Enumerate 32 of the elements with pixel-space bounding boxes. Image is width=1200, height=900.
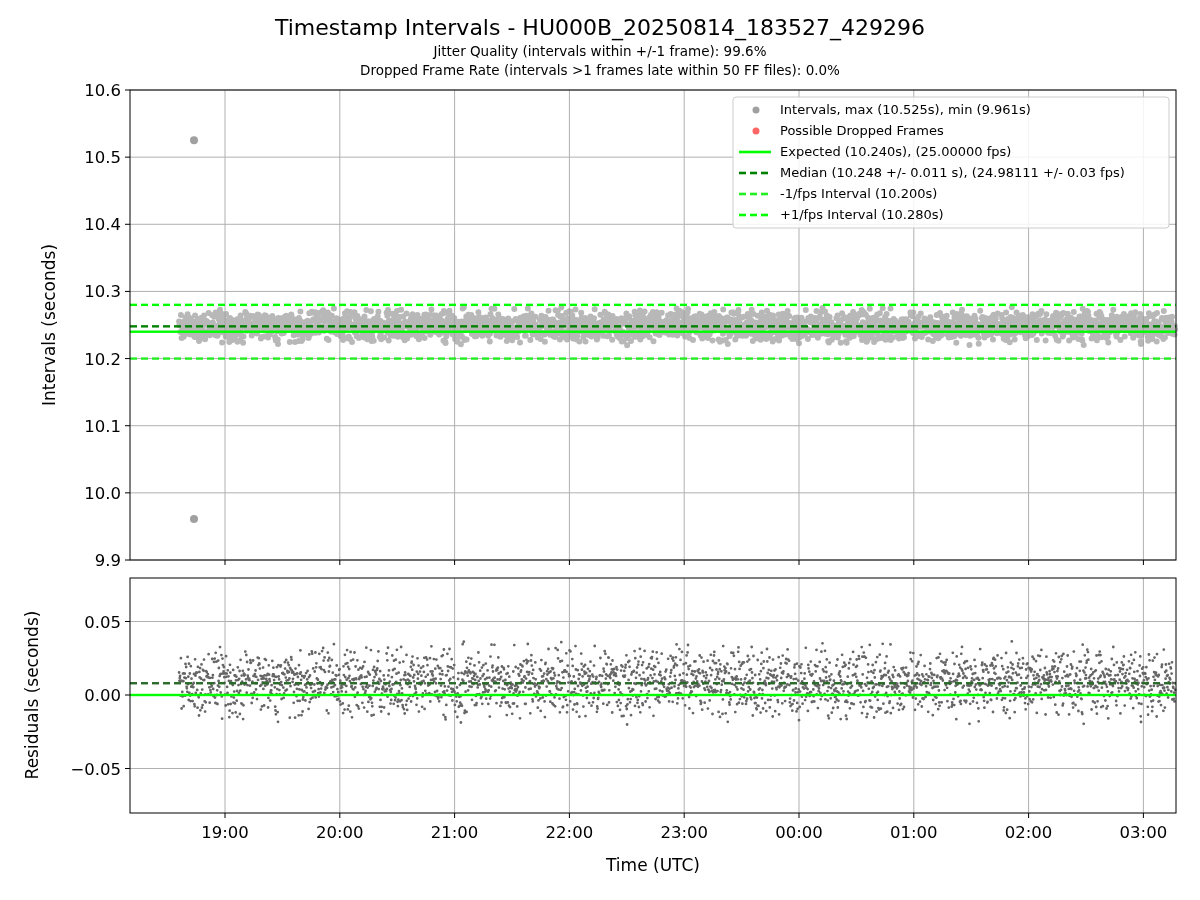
y-tick-label: 0.00 [84,686,121,705]
legend-label: Possible Dropped Frames [780,123,944,138]
chart-subtitle: Jitter Quality (intervals within +/-1 frame): 99.6% [433,42,767,61]
chart-title: Timestamp Intervals - HU000B_20250814_183527_429296 [274,14,926,42]
x-tick-label: 02:00 [1004,823,1053,842]
y-tick-label: 10.4 [84,215,121,235]
legend-label: Median (10.248 +/- 0.011 s), (24.98111 +/- 0.03 fps) [780,165,1125,180]
legend-label: Expected (10.240s), (25.00000 fps) [780,144,1012,159]
x-tick-label: 21:00 [430,823,479,842]
x-tick-label: 20:00 [316,823,364,842]
legend-label: -1/fps Interval (10.200s) [780,186,938,201]
x-tick-label: 03:00 [1119,823,1168,842]
x-tick-label: 00:00 [775,823,823,842]
y-tick-label: 10.3 [84,282,121,302]
x-tick-label: 22:00 [545,823,594,842]
x-axis-label: Time (UTC) [606,855,700,875]
y-tick-label: 10.6 [84,81,121,100]
y-tick-label: −0.05 [70,759,121,779]
legend-label: Intervals, max (10.525s), min (9.961s) [780,102,1031,117]
x-tick-label: 01:00 [890,823,938,842]
y-tick-label: 9.9 [94,551,121,570]
x-tick-label: 23:00 [660,823,708,842]
x-tick-label: 19:00 [201,823,249,842]
y-tick-label: 10.5 [84,148,121,168]
y-tick-label: 10.0 [84,483,121,503]
y-axis-label: Intervals (seconds) [39,243,59,407]
y-tick-label: 10.1 [84,416,121,436]
chart-subtitle: Dropped Frame Rate (intervals >1 frames late within 50 FF files): 0.0% [360,61,840,80]
y-axis-label: Residuals (seconds) [22,610,42,780]
legend-label: +1/fps Interval (10.280s) [780,207,944,222]
y-tick-label: 10.2 [84,349,121,369]
y-tick-label: 0.05 [84,612,121,632]
